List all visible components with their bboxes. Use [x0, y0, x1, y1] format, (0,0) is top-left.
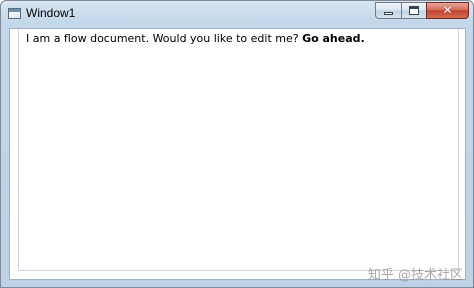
window-app-icon[interactable]	[8, 8, 21, 19]
watermark-text: 知乎 @技术社区	[367, 268, 463, 283]
rich-text-editor[interactable]: I am a flow document. Would you like to …	[18, 29, 459, 271]
maximize-icon	[409, 6, 419, 15]
title-bar[interactable]: Window1 ✕	[1, 1, 473, 27]
app-window: Window1 ✕ I am a flow document. Would yo…	[0, 0, 474, 288]
client-area: I am a flow document. Would you like to …	[9, 28, 466, 280]
flow-document-paragraph[interactable]: I am a flow document. Would you like to …	[26, 32, 365, 46]
document-bold-text: Go ahead.	[302, 32, 365, 45]
window-title: Window1	[26, 6, 76, 20]
maximize-button[interactable]	[401, 2, 426, 19]
document-plain-text: I am a flow document. Would you like to …	[26, 32, 303, 45]
minimize-icon	[384, 12, 393, 15]
minimize-button[interactable]	[375, 2, 401, 19]
caption-buttons: ✕	[375, 2, 469, 20]
close-button[interactable]: ✕	[426, 2, 469, 19]
close-icon: ✕	[442, 3, 453, 17]
